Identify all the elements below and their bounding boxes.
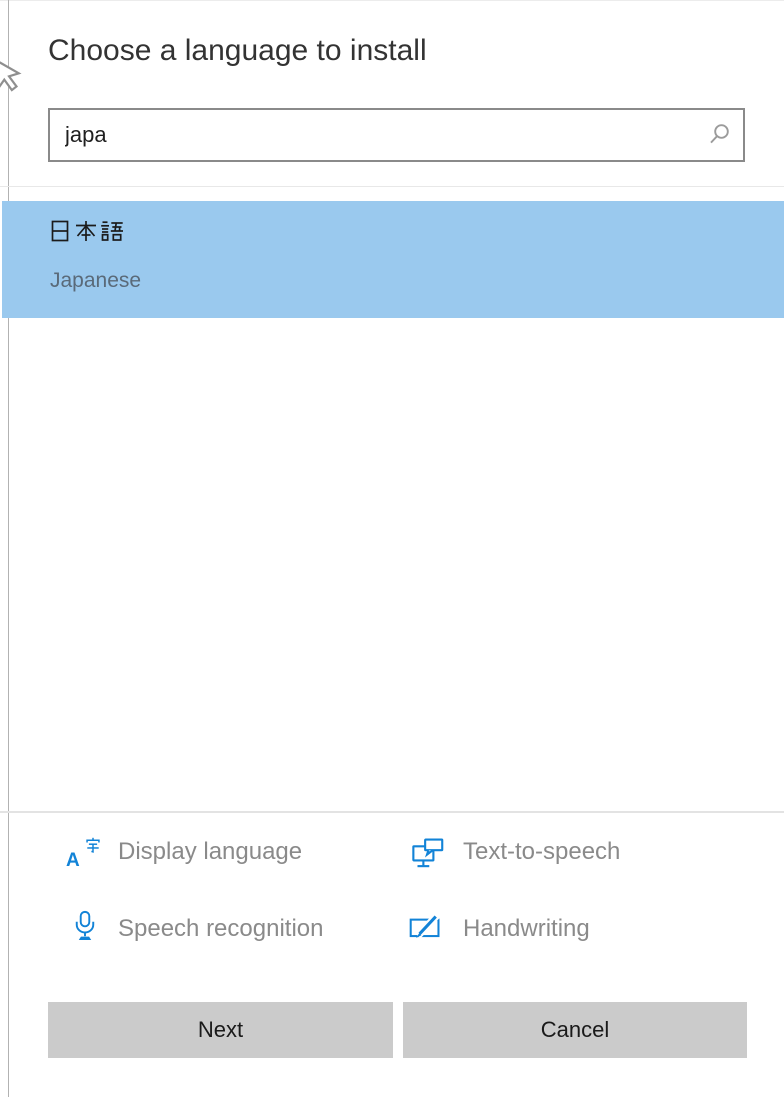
display-language-icon: A [66,837,101,870]
language-english-name: Japanese [50,269,142,292]
mouse-cursor [0,48,28,103]
language-native-name [48,219,124,243]
language-result-japanese[interactable]: Japanese [2,201,784,318]
text-to-speech-icon [411,838,444,875]
panel-top-edge [0,0,784,1]
translate-kanji-glyph [86,837,100,853]
handwriting-label: Handwriting [463,915,590,942]
kanji-go [101,221,123,241]
cancel-button[interactable]: Cancel [403,1002,747,1058]
handwriting-icon [409,912,443,946]
panel-left-border [8,0,9,1097]
kanji-nichi [51,220,69,242]
results-top-divider [0,186,784,187]
translate-a-glyph: A [66,850,80,871]
language-search-box[interactable] [48,108,745,162]
kanji-hon [76,221,96,241]
text-to-speech-label: Text-to-speech [463,838,621,865]
page-title: Choose a language to install [48,34,427,67]
legend-divider [0,811,784,813]
speech-recognition-icon [70,910,100,947]
search-icon[interactable] [697,122,743,148]
display-language-label: Display language [118,838,303,865]
search-input[interactable] [50,110,697,160]
speech-recognition-label: Speech recognition [118,915,324,942]
next-button[interactable]: Next [48,1002,393,1058]
